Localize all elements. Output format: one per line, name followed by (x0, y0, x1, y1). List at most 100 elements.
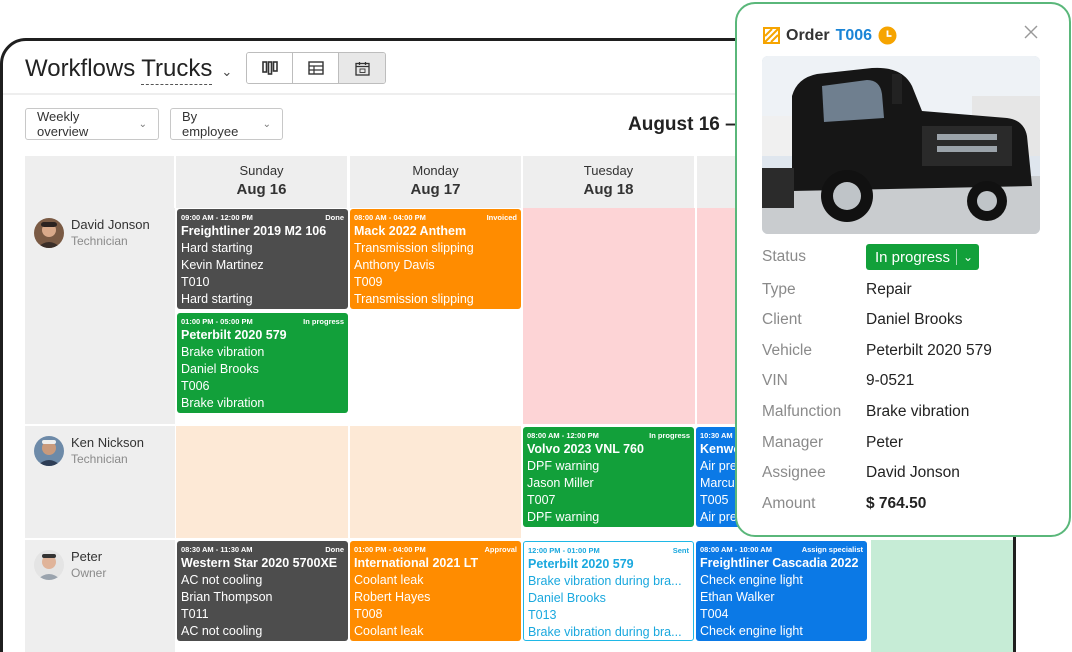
popup-row-manager: Manager Peter (762, 434, 1052, 458)
field-value: Repair (866, 281, 912, 298)
employee-role: Technician (71, 452, 128, 466)
popup-row-vehicle: Vehicle Peterbilt 2020 579 (762, 342, 1052, 366)
work-order-card[interactable]: 12:00 PM - 01:00 PM Sent Peterbilt 2020 5… (523, 541, 694, 641)
day-name: Tuesday (583, 163, 634, 178)
popup-header: Order T006 (763, 26, 897, 45)
page-title: Workflows Trucks ⌄ (25, 55, 232, 85)
card-title: Peterbilt 2020 579 (528, 557, 634, 571)
calendar-view-button[interactable] (339, 53, 385, 83)
popup-row-client: Client Daniel Brooks (762, 311, 1052, 335)
kanban-view-button[interactable] (247, 53, 293, 83)
field-value: Peter (866, 434, 904, 451)
card-order-id: T006 (181, 379, 210, 393)
popup-order-id[interactable]: T006 (836, 27, 872, 45)
group-dropdown-label: By employee (182, 109, 239, 139)
card-malfunction: Check engine light (700, 573, 803, 587)
field-label: Type (762, 281, 796, 298)
card-client: Daniel Brooks (528, 591, 606, 605)
card-time: 08:00 AM - 04:00 PM (354, 213, 426, 222)
card-status: Done (325, 213, 344, 222)
card-client: Anthony Davis (354, 258, 435, 272)
avatar (34, 550, 64, 580)
day-header-tuesday: Tuesday Aug 18 (523, 156, 695, 208)
week-range-title: August 16 – (628, 114, 736, 135)
work-order-card[interactable]: 08:00 AM - 12:00 PM In progress Volvo 202… (523, 427, 694, 527)
employee-name: Ken Nickson (71, 435, 144, 450)
card-malfunction: Brake vibration (181, 345, 265, 359)
divider (956, 249, 958, 265)
card-time: 01:00 PM - 05:00 PM (181, 317, 253, 326)
card-order-id: T008 (354, 607, 383, 621)
card-malfunction: Hard starting (181, 241, 253, 255)
grid-corner (25, 156, 175, 208)
card-malfunction: Transmission slipping (354, 241, 474, 255)
day-date: Aug 18 (583, 181, 634, 198)
card-note: Hard starting (181, 292, 253, 306)
calendar-cell[interactable] (176, 426, 350, 540)
field-label: Amount (762, 495, 816, 512)
day-header-monday: Monday Aug 17 (350, 156, 522, 208)
card-note: DPF warning (527, 510, 600, 524)
card-malfunction: Brake vibration during bra... (528, 574, 682, 588)
field-value: 9-0521 (866, 372, 915, 389)
card-malfunction: Coolant leak (354, 573, 424, 587)
status-value: In progress (875, 248, 951, 266)
status-dropdown[interactable]: In progress ⌄ (866, 244, 980, 270)
card-order-id: T013 (528, 608, 557, 622)
card-status: In progress (303, 317, 344, 326)
card-note: AC not cooling (181, 624, 263, 638)
popup-row-status: Status In progress ⌄ (762, 244, 1052, 272)
calendar-cell[interactable] (523, 208, 697, 426)
clock-icon (878, 26, 897, 45)
employee-row-peter[interactable]: Peter Owner (25, 540, 175, 652)
entity-selector[interactable]: Trucks (141, 55, 213, 85)
day-name: Monday (412, 163, 459, 178)
work-order-card[interactable]: 09:00 AM - 12:00 PM Done Freightliner 201… (177, 209, 348, 309)
work-order-card[interactable]: 08:00 AM - 10:00 AM Assign specialist Fre… (696, 541, 867, 641)
popup-row-type: Type Repair (762, 281, 1052, 305)
card-title: Mack 2022 Anthem (354, 224, 467, 238)
work-order-card[interactable]: 01:00 PM - 04:00 PM Approval Internationa… (350, 541, 521, 641)
field-label: Status (762, 248, 806, 265)
card-time: 08:00 AM - 10:00 AM (700, 545, 772, 554)
card-order-id: T004 (700, 607, 729, 621)
card-status: Done (325, 545, 344, 554)
employee-role: Owner (71, 566, 107, 580)
calendar-cell[interactable] (350, 426, 523, 540)
card-order-id: T011 (181, 607, 209, 621)
order-detail-popup: Order T006 Status In progress ⌄ Type Rep… (735, 2, 1071, 537)
card-client: Robert Hayes (354, 590, 431, 604)
day-date: Aug 17 (410, 181, 461, 198)
field-value: David Jonson (866, 464, 960, 481)
employee-row-ken[interactable]: Ken Nickson Technician (25, 426, 175, 540)
card-malfunction: AC not cooling (181, 573, 263, 587)
field-label: Manager (762, 434, 824, 451)
employee-row-david[interactable]: David Jonson Technician (25, 208, 175, 426)
card-status: In progress (649, 431, 690, 440)
card-note: Coolant leak (354, 624, 424, 638)
work-order-card[interactable]: 08:30 AM - 11:30 AM Done Western Star 202… (177, 541, 348, 641)
card-note: Transmission slipping (354, 292, 474, 306)
overview-dropdown[interactable]: Weekly overview ⌄ (25, 108, 159, 140)
popup-row-assignee: Assignee David Jonson (762, 464, 1052, 488)
card-order-id: T007 (527, 493, 556, 507)
work-order-card[interactable]: 08:00 AM - 04:00 PM Invoiced Mack 2022 An… (350, 209, 521, 309)
calendar-cell[interactable] (871, 540, 1013, 652)
group-dropdown[interactable]: By employee ⌄ (170, 108, 283, 140)
employee-role: Technician (71, 234, 128, 248)
order-icon (763, 27, 780, 44)
chevron-down-icon: ⌄ (262, 118, 271, 130)
field-value: Peterbilt 2020 579 (866, 342, 992, 359)
vehicle-photo (762, 56, 1040, 234)
card-malfunction: DPF warning (527, 459, 600, 473)
card-status: Assign specialist (801, 545, 863, 554)
field-value: $ 764.50 (866, 495, 927, 512)
card-title: International 2021 LT (354, 556, 479, 570)
work-order-card[interactable]: 01:00 PM - 05:00 PM In progress Peterbilt… (177, 313, 348, 413)
chevron-down-icon[interactable]: ⌄ (221, 64, 232, 80)
field-label: VIN (762, 372, 788, 389)
card-time: 08:00 AM - 12:00 PM (527, 431, 599, 440)
card-status: Invoiced (486, 213, 517, 222)
close-icon[interactable] (1023, 24, 1039, 40)
table-view-button[interactable] (293, 53, 339, 83)
